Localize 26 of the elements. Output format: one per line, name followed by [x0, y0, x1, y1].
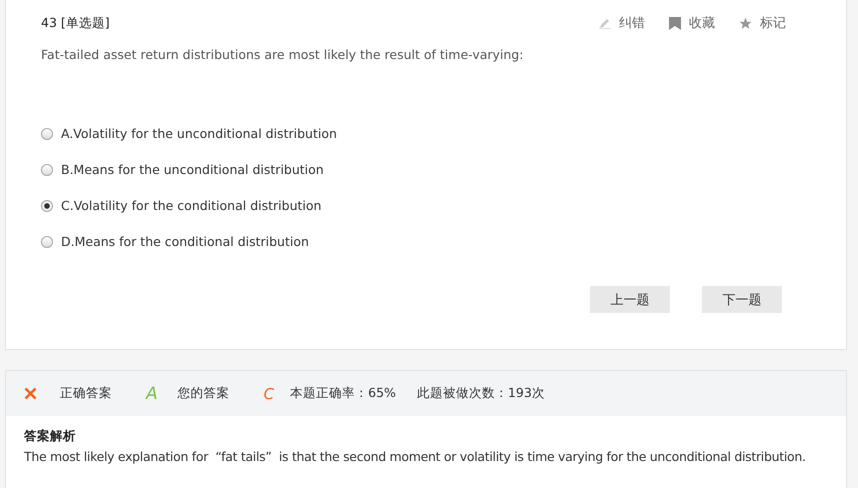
- answer-option[interactable]: C.Volatility for the conditional distribution: [41, 196, 846, 215]
- question-number: 43 [单选题]: [41, 14, 110, 32]
- radio-button[interactable]: [41, 128, 53, 140]
- answer-option[interactable]: B.Means for the unconditional distribution: [41, 160, 846, 179]
- your-answer-letter: C: [264, 384, 274, 402]
- bookmark-action-button[interactable]: 收藏: [669, 14, 715, 32]
- star-action-button[interactable]: 标记: [739, 14, 786, 32]
- pencil-icon: [599, 17, 611, 29]
- correct-answer-label: 正确答案: [60, 385, 112, 402]
- radio-button[interactable]: [41, 164, 53, 176]
- star-icon: [739, 16, 752, 30]
- answer-option[interactable]: D.Means for the conditional distribution: [41, 232, 846, 251]
- accuracy-text: 本题正确率：65%: [290, 385, 396, 402]
- attempt-count-text: 此题被做次数：193次: [416, 385, 545, 402]
- edit-action-button[interactable]: 纠错: [599, 14, 645, 32]
- answer-option[interactable]: A.Volatility for the unconditional distribution: [41, 124, 846, 143]
- radio-button[interactable]: [41, 236, 53, 248]
- analysis-text: The most likely explanation for “fat tails” is that the second moment or volatility is time varying for the unconditional distribution.: [24, 449, 807, 464]
- previous-button[interactable]: 上一题: [590, 286, 670, 313]
- analysis-title: 答案解析: [24, 428, 77, 445]
- question-text: Fat-tailed asset return distributions are most likely the result of time-varying:: [41, 47, 524, 62]
- next-button[interactable]: 下一题: [702, 286, 782, 313]
- correct-answer-letter: A: [146, 384, 158, 404]
- radio-button[interactable]: [41, 200, 53, 212]
- your-answer-label: 您的答案: [178, 385, 230, 402]
- bookmark-icon: [669, 16, 681, 30]
